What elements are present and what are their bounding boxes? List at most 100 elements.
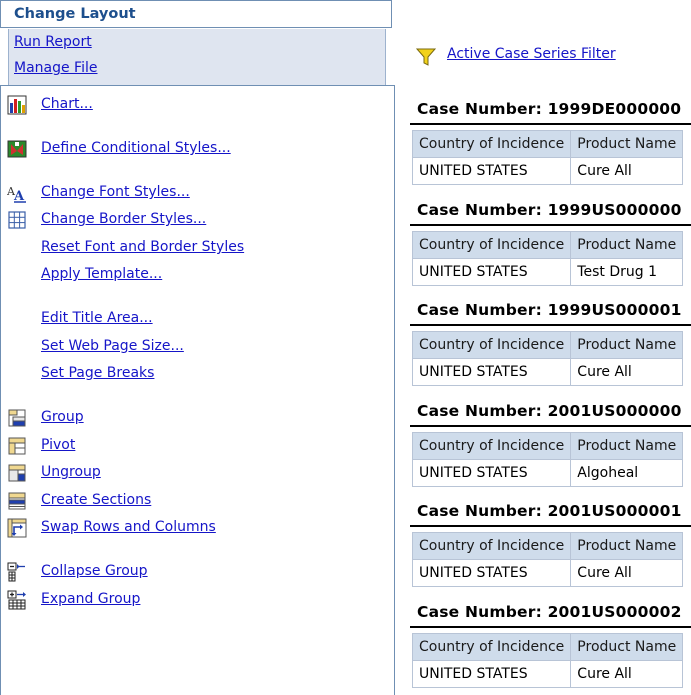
case-table: Country of Incidence Product Name UNITED…: [411, 331, 684, 386]
column-header-country[interactable]: Country of Incidence: [411, 331, 572, 359]
menu-item-reset-styles[interactable]: Reset Font and Border Styles: [1, 237, 391, 259]
manage-file-link[interactable]: Manage File: [14, 60, 98, 76]
bar-chart-icon: [7, 95, 27, 115]
reset-font-border-styles-link[interactable]: Reset Font and Border Styles: [41, 239, 244, 255]
swap-rows-columns-link[interactable]: Swap Rows and Columns: [41, 519, 216, 535]
column-header-product[interactable]: Product Name: [570, 432, 684, 460]
cell-country: UNITED STATES: [411, 358, 572, 386]
column-header-country[interactable]: Country of Incidence: [411, 130, 572, 158]
case-number-title: Case Number: 2001US000001: [417, 502, 682, 520]
chart-link[interactable]: Chart...: [41, 96, 93, 112]
menu-item-edit-title-area[interactable]: Edit Title Area...: [1, 308, 391, 330]
case-divider: [410, 626, 691, 628]
change-border-styles-link[interactable]: Change Border Styles...: [41, 211, 206, 227]
apply-template-link[interactable]: Apply Template...: [41, 266, 162, 282]
cell-country: UNITED STATES: [411, 157, 572, 185]
column-header-country[interactable]: Country of Incidence: [411, 231, 572, 259]
menu-item-web-page-size[interactable]: Set Web Page Size...: [1, 336, 391, 358]
case-divider: [410, 224, 691, 226]
column-header-product[interactable]: Product Name: [570, 532, 684, 560]
case-number-title: Case Number: 2001US000002: [417, 603, 682, 621]
menu-item-font-styles[interactable]: A A Change Font Styles...: [1, 182, 391, 204]
case-table: Country of Incidence Product Name UNITED…: [411, 130, 684, 185]
collapse-group-icon: [7, 562, 25, 582]
group-icon: [8, 409, 26, 427]
panel-top-links: Run Report Manage File: [8, 29, 386, 86]
menu-item-border-styles[interactable]: Change Border Styles...: [1, 209, 391, 231]
border-grid-icon: [8, 211, 26, 229]
collapse-group-link[interactable]: Collapse Group: [41, 563, 148, 579]
column-header-country[interactable]: Country of Incidence: [411, 532, 572, 560]
table-row: UNITED STATES Cure All: [411, 660, 684, 688]
case-number-title: Case Number: 1999DE000000: [417, 100, 682, 118]
table-header-row: Country of Incidence Product Name: [411, 532, 684, 560]
case-table: Country of Incidence Product Name UNITED…: [411, 633, 684, 688]
set-web-page-size-link[interactable]: Set Web Page Size...: [41, 338, 184, 354]
table-row: UNITED STATES Cure All: [411, 559, 684, 587]
menu-item-group[interactable]: Group: [1, 407, 391, 429]
group-link[interactable]: Group: [41, 409, 84, 425]
pivot-icon: [8, 437, 26, 455]
case-divider: [410, 525, 691, 527]
cell-product: Test Drug 1: [570, 258, 684, 286]
column-header-product[interactable]: Product Name: [570, 231, 684, 259]
case-number-title: Case Number: 2001US000000: [417, 402, 682, 420]
table-header-row: Country of Incidence Product Name: [411, 130, 684, 158]
define-conditional-styles-link[interactable]: Define Conditional Styles...: [41, 140, 231, 156]
cell-product: Cure All: [570, 660, 684, 688]
cell-product: Cure All: [570, 157, 684, 185]
panel-header: Change Layout: [0, 0, 392, 28]
column-header-product[interactable]: Product Name: [570, 130, 684, 158]
run-report-link[interactable]: Run Report: [14, 34, 92, 50]
menu-item-conditional-styles[interactable]: Define Conditional Styles...: [1, 138, 391, 160]
table-row: UNITED STATES Cure All: [411, 157, 684, 185]
create-sections-link[interactable]: Create Sections: [41, 492, 151, 508]
cell-product: Cure All: [570, 358, 684, 386]
table-header-row: Country of Incidence Product Name: [411, 633, 684, 661]
table-header-row: Country of Incidence Product Name: [411, 231, 684, 259]
menu-item-ungroup[interactable]: Ungroup: [1, 462, 391, 484]
conditional-styles-icon: [7, 140, 27, 158]
menu-item-collapse-group[interactable]: Collapse Group: [1, 561, 391, 583]
case-number-title: Case Number: 1999US000000: [417, 201, 682, 219]
column-header-country[interactable]: Country of Incidence: [411, 633, 572, 661]
ungroup-icon: [8, 464, 26, 482]
change-font-styles-link[interactable]: Change Font Styles...: [41, 184, 190, 200]
swap-icon: [7, 518, 27, 538]
table-row: UNITED STATES Test Drug 1: [411, 258, 684, 286]
menu-item-apply-template[interactable]: Apply Template...: [1, 264, 391, 286]
case-table: Country of Incidence Product Name UNITED…: [411, 231, 684, 286]
menu-item-create-sections[interactable]: Create Sections: [1, 490, 391, 512]
case-table: Country of Incidence Product Name UNITED…: [411, 532, 684, 587]
cell-product: Cure All: [570, 559, 684, 587]
cell-country: UNITED STATES: [411, 559, 572, 587]
ungroup-link[interactable]: Ungroup: [41, 464, 101, 480]
column-header-country[interactable]: Country of Incidence: [411, 432, 572, 460]
column-header-product[interactable]: Product Name: [570, 633, 684, 661]
menu-item-page-breaks[interactable]: Set Page Breaks: [1, 363, 391, 385]
menu-item-chart[interactable]: Chart...: [1, 94, 391, 116]
menu-item-pivot[interactable]: Pivot: [1, 435, 391, 457]
menu-item-swap[interactable]: Swap Rows and Columns: [1, 517, 391, 539]
case-number-title: Case Number: 1999US000001: [417, 301, 682, 319]
cell-country: UNITED STATES: [411, 258, 572, 286]
edit-title-area-link[interactable]: Edit Title Area...: [41, 310, 153, 326]
case-table: Country of Incidence Product Name UNITED…: [411, 432, 684, 487]
menu-item-expand-group[interactable]: Expand Group: [1, 589, 391, 611]
table-row: UNITED STATES Algoheal: [411, 459, 684, 487]
case-divider: [410, 324, 691, 326]
sections-icon: [8, 492, 26, 510]
svg-text:A: A: [13, 189, 25, 203]
cell-product: Algoheal: [570, 459, 684, 487]
set-page-breaks-link[interactable]: Set Page Breaks: [41, 365, 154, 381]
pivot-link[interactable]: Pivot: [41, 437, 75, 453]
active-case-series-filter-link[interactable]: Active Case Series Filter: [447, 46, 616, 62]
panel-title: Change Layout: [14, 6, 136, 22]
funnel-filter-icon: [415, 48, 437, 66]
expand-group-link[interactable]: Expand Group: [41, 591, 140, 607]
active-filter[interactable]: Active Case Series Filter: [415, 45, 675, 67]
column-header-product[interactable]: Product Name: [570, 331, 684, 359]
case-divider: [410, 123, 691, 125]
case-divider: [410, 425, 691, 427]
font-styles-icon: A A: [7, 185, 26, 203]
